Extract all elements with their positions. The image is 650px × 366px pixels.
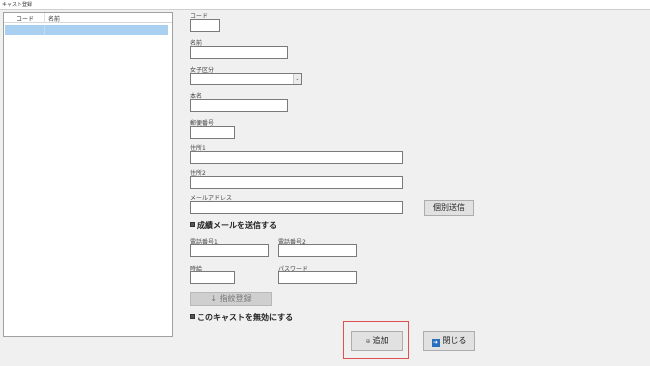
list-header: コード 名前	[4, 13, 172, 23]
exit-icon: ➜	[431, 339, 440, 347]
column-header-name[interactable]: 名前	[48, 14, 60, 23]
plus-icon: ⊕	[365, 338, 371, 345]
cast-list[interactable]: コード 名前	[3, 12, 173, 337]
checkbox-icon[interactable]	[190, 222, 195, 227]
postal-field[interactable]	[190, 126, 235, 139]
individual-send-button[interactable]: 個別送信	[424, 200, 474, 216]
email-field[interactable]	[190, 201, 403, 214]
address1-field[interactable]	[190, 151, 403, 164]
hourly-field[interactable]	[190, 271, 235, 284]
window-title: キャスト登録	[2, 2, 33, 8]
category-select[interactable]: ⌄	[190, 73, 302, 85]
title-bar: キャスト登録	[0, 0, 650, 10]
phone2-field[interactable]	[278, 244, 357, 257]
add-button[interactable]: ⊕ 追加	[351, 331, 403, 351]
fingerprint-icon: ↓	[210, 294, 220, 303]
fingerprint-button[interactable]: ↓ 指紋登録	[190, 292, 272, 306]
send-mail-checkbox-label: 成績メールを送信する	[197, 221, 277, 230]
fingerprint-button-label: 指紋登録	[219, 294, 252, 303]
list-item[interactable]	[5, 25, 168, 35]
disable-checkbox-label: このキャストを無効にする	[197, 313, 294, 322]
close-button-label: 閉じる	[442, 336, 467, 345]
column-header-code[interactable]: コード	[16, 14, 34, 23]
name-field[interactable]	[190, 46, 288, 59]
add-button-label: 追加	[372, 336, 389, 345]
close-button[interactable]: ➜ 閉じる	[423, 331, 475, 351]
chevron-down-icon[interactable]: ⌄	[293, 74, 301, 84]
checkbox-icon[interactable]	[190, 314, 195, 319]
send-mail-checkbox[interactable]: 成績メールを送信する	[190, 220, 277, 231]
code-field[interactable]	[190, 19, 220, 32]
disable-checkbox[interactable]: このキャストを無効にする	[190, 312, 293, 323]
phone1-field[interactable]	[190, 244, 269, 257]
address2-field[interactable]	[190, 176, 403, 189]
realname-field[interactable]	[190, 99, 288, 112]
password-field[interactable]	[278, 271, 357, 284]
